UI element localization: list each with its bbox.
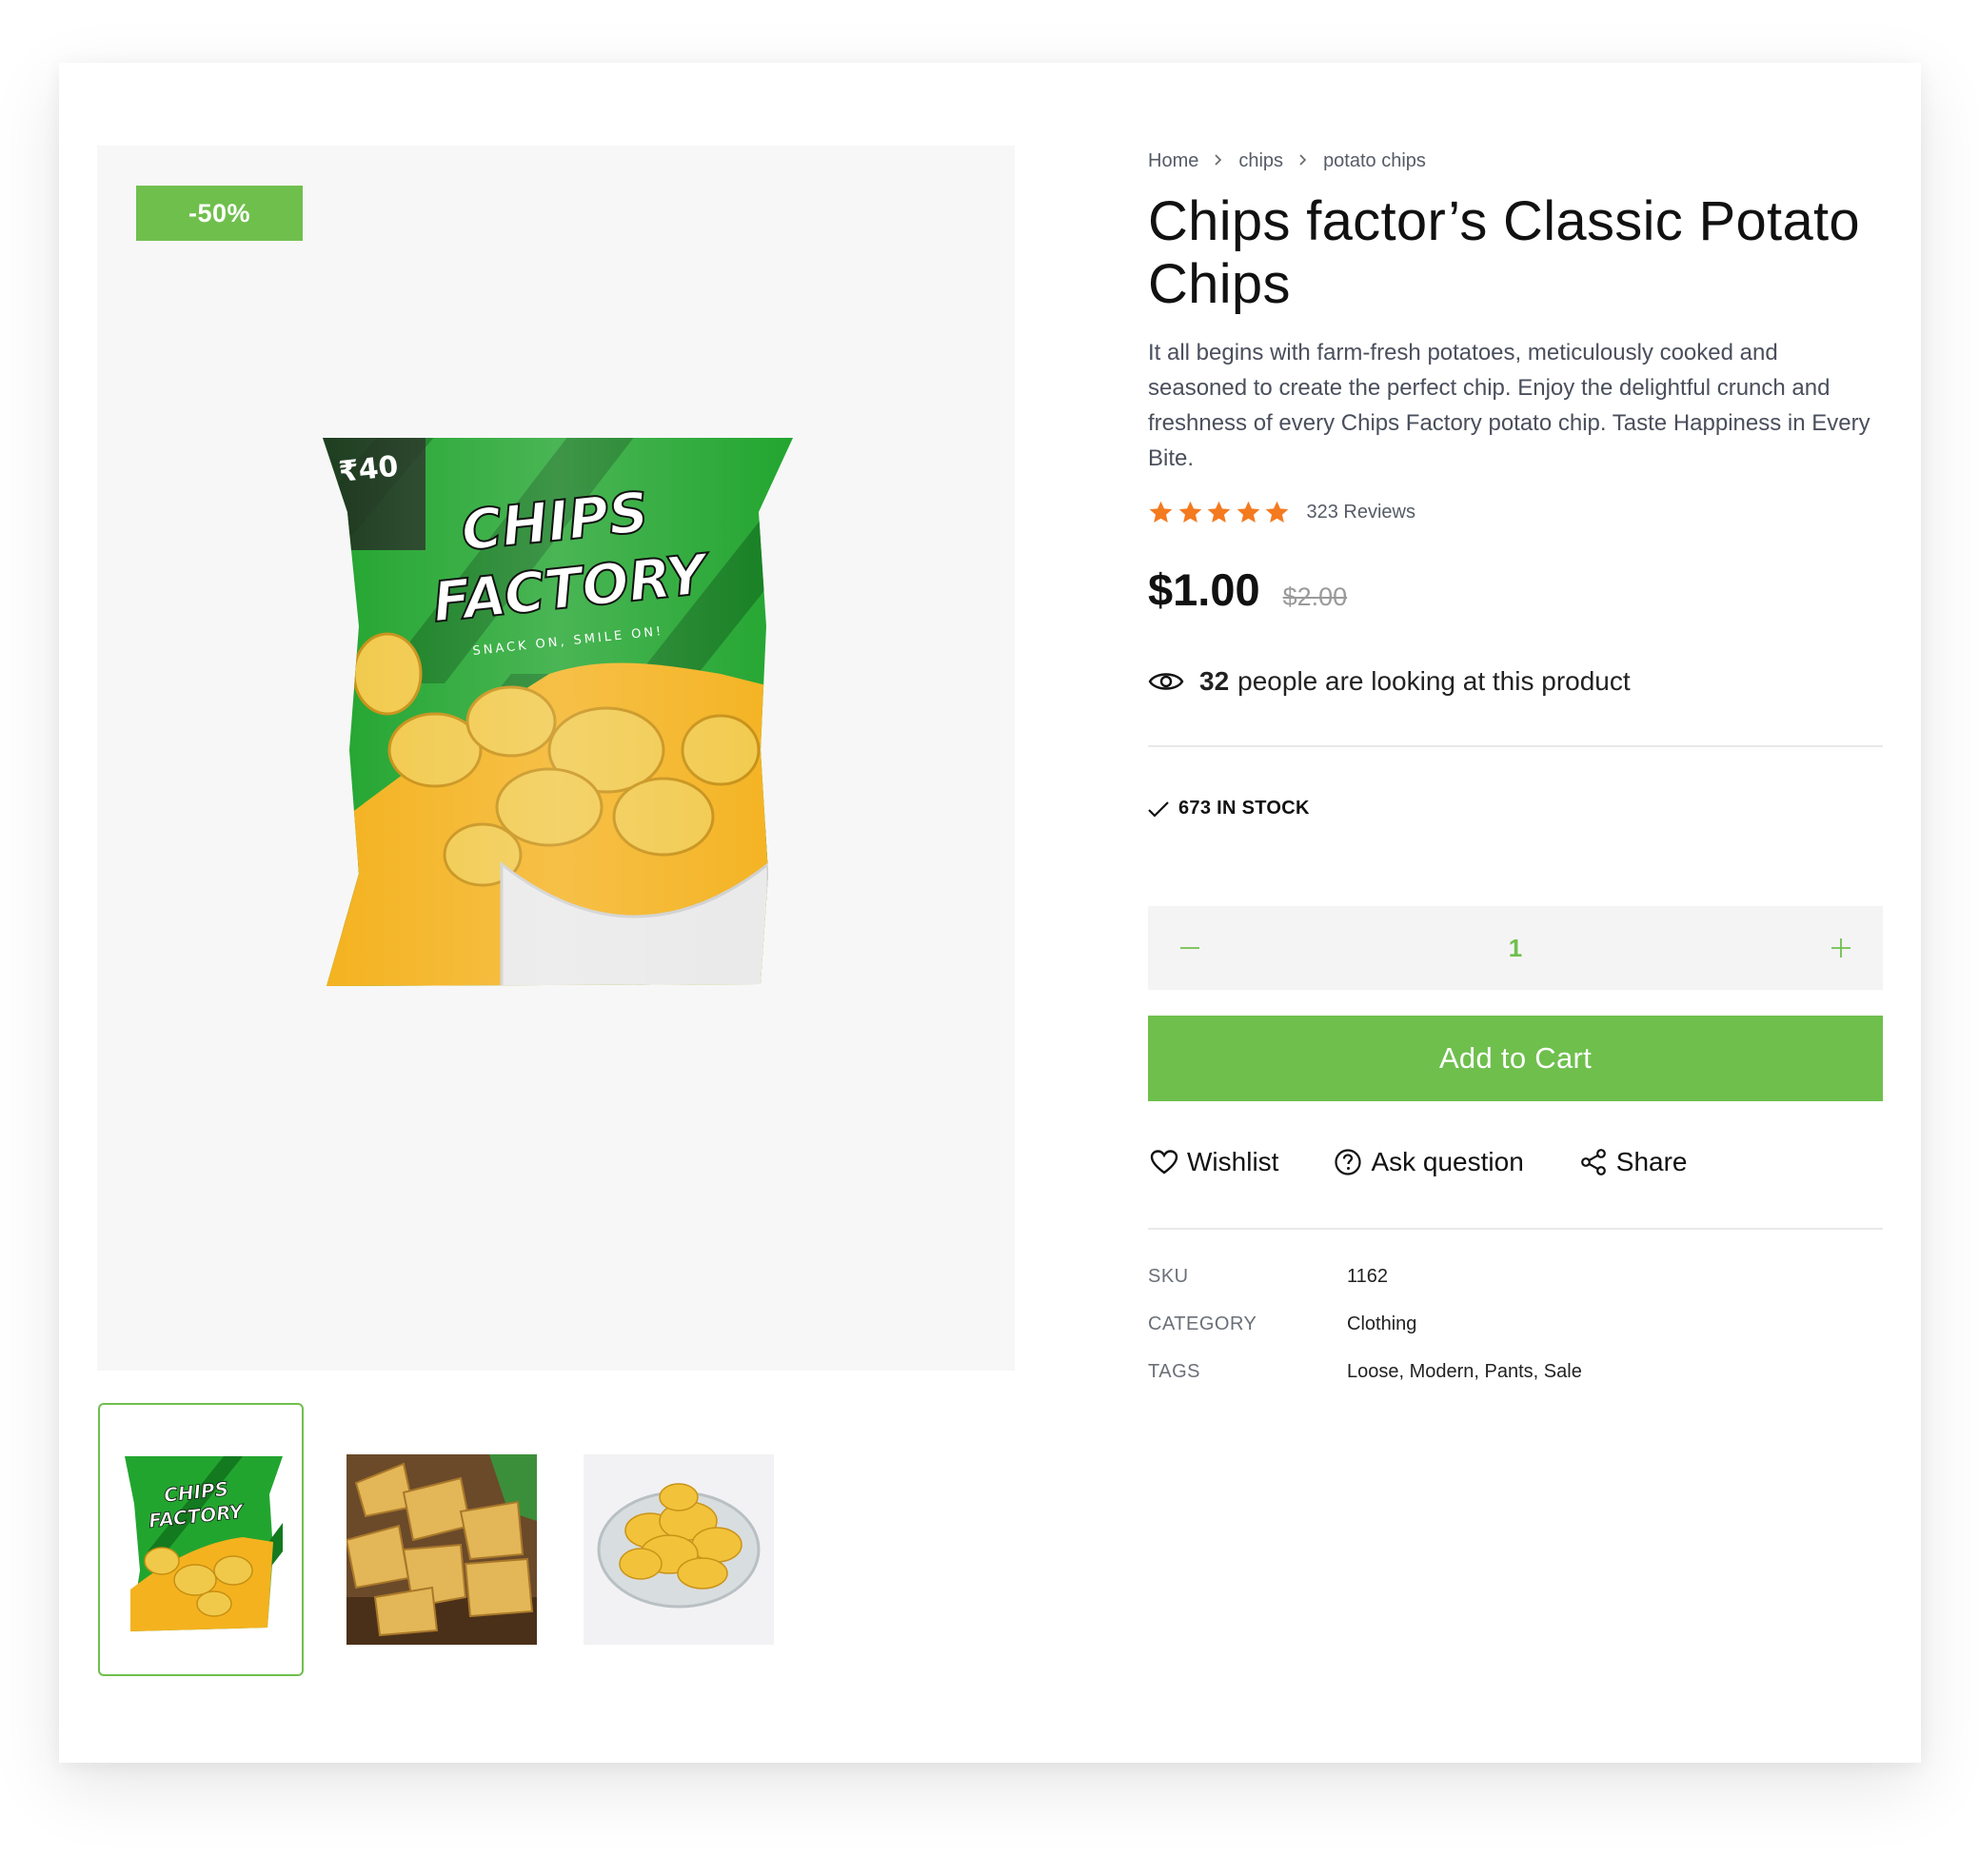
chips-bag-image: ₹40 CHIPS FACTORY SNACK ON, SMILE ON!: [321, 436, 797, 988]
old-price: $2.00: [1282, 583, 1348, 611]
category-label: CATEGORY: [1148, 1313, 1257, 1334]
product-meta: SKU 1162 CATEGORY Clothing TAGS Loose, M…: [1148, 1266, 1582, 1409]
thumbnail-chips-pile[interactable]: [346, 1454, 537, 1645]
plus-icon: [1831, 938, 1850, 958]
increase-quantity-button[interactable]: [1799, 906, 1883, 990]
add-to-cart-button[interactable]: Add to Cart: [1148, 1016, 1883, 1101]
reviews-count[interactable]: 323 Reviews: [1307, 502, 1416, 523]
star-icon: [1149, 501, 1173, 523]
chevron-right-icon: [1298, 151, 1308, 171]
chevron-right-icon: [1214, 151, 1223, 171]
product-actions: Wishlist Ask question Share: [1150, 1147, 1743, 1177]
divider: [1148, 745, 1883, 747]
meta-row-category: CATEGORY Clothing: [1148, 1313, 1582, 1361]
price-row: $1.00 $2.00: [1148, 563, 1347, 616]
breadcrumb: Home chips potato chips: [1148, 150, 1426, 172]
share-button[interactable]: Share: [1579, 1147, 1688, 1177]
minus-icon: [1180, 947, 1199, 949]
eye-icon: [1148, 673, 1184, 690]
wishlist-label: Wishlist: [1187, 1147, 1279, 1176]
meta-row-sku: SKU 1162: [1148, 1266, 1582, 1313]
stock-status: 673 IN STOCK: [1146, 798, 1310, 820]
product-description: It all begins with farm-fresh potatoes, …: [1148, 340, 1870, 471]
thumbnail-chips-bowl[interactable]: [584, 1454, 774, 1645]
star-icon: [1265, 501, 1289, 523]
main-product-image[interactable]: -50% ₹40 CHIPS FACTORY SNACK ON, SMILE O…: [97, 146, 1015, 1371]
share-icon: [1580, 1149, 1606, 1175]
share-label: Share: [1615, 1147, 1688, 1176]
tags-value[interactable]: Loose, Modern, Pants, Sale: [1347, 1361, 1582, 1383]
current-price: $1.00: [1148, 564, 1260, 615]
question-circle-icon: [1335, 1149, 1362, 1175]
sku-label: SKU: [1148, 1266, 1189, 1287]
star-icon: [1178, 501, 1201, 523]
breadcrumb-chips[interactable]: chips: [1238, 150, 1283, 172]
check-icon: [1148, 800, 1169, 818]
product-title: Chips factor’s Classic Potato Chips: [1148, 190, 1860, 315]
breadcrumb-home[interactable]: Home: [1148, 150, 1198, 172]
meta-row-tags: TAGS Loose, Modern, Pants, Sale: [1148, 1361, 1582, 1409]
rating: 323 Reviews: [1148, 500, 1415, 525]
heart-icon: [1150, 1150, 1178, 1175]
quantity-value[interactable]: 1: [1509, 934, 1522, 963]
divider: [1148, 1228, 1883, 1230]
category-value[interactable]: Clothing: [1347, 1313, 1416, 1335]
package-price-tag: ₹40: [337, 450, 400, 489]
breadcrumb-potato-chips[interactable]: potato chips: [1323, 150, 1426, 172]
ask-question-label: Ask question: [1371, 1147, 1524, 1176]
sku-value: 1162: [1347, 1266, 1389, 1287]
stock-text: 673 IN STOCK: [1178, 798, 1310, 819]
star-icon: [1237, 501, 1259, 523]
thumbnail-bag[interactable]: CHIPS FACTORY: [109, 1437, 292, 1641]
quantity-stepper: 1: [1148, 906, 1883, 990]
viewers-notice: 32 people are looking at this product: [1148, 666, 1631, 697]
wishlist-button[interactable]: Wishlist: [1150, 1147, 1278, 1177]
discount-badge: -50%: [136, 186, 303, 241]
ask-question-button[interactable]: Ask question: [1334, 1147, 1524, 1177]
viewers-count: 32: [1199, 666, 1230, 696]
star-icon: [1207, 501, 1231, 523]
decrease-quantity-button[interactable]: [1148, 906, 1232, 990]
viewers-text: people are looking at this product: [1237, 666, 1631, 696]
tags-label: TAGS: [1148, 1361, 1200, 1382]
